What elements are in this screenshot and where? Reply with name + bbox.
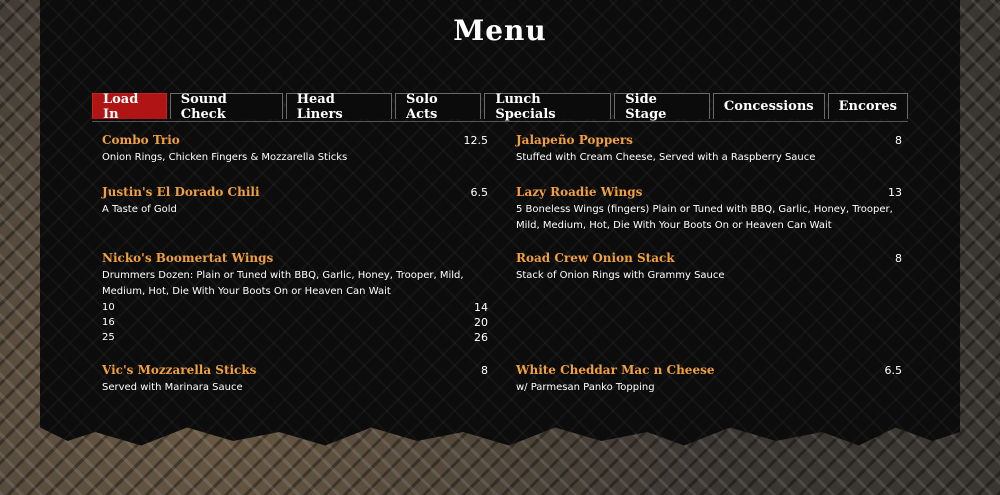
item-price: 8	[895, 252, 902, 265]
menu-item: White Cheddar Mac n Cheese 6.5 w/ Parmes…	[516, 363, 902, 396]
size-qty: 16	[102, 317, 115, 328]
item-description: 5 Boneless Wings (fingers) Plain or Tune…	[516, 204, 893, 231]
tab-side-stage[interactable]: Side Stage	[614, 92, 710, 122]
item-description: w/ Parmesan Panko Topping	[516, 382, 655, 393]
menu-item: Vic's Mozzarella Sticks 8 Served with Ma…	[102, 363, 488, 396]
item-description: A Taste of Gold	[102, 204, 177, 215]
item-name: Justin's El Dorado Chili	[102, 185, 260, 199]
size-price: 20	[474, 316, 488, 329]
menu-item: Nicko's Boomertat Wings Drummers Dozen: …	[102, 251, 488, 363]
item-name: Nicko's Boomertat Wings	[102, 251, 274, 265]
tab-solo-acts[interactable]: Solo Acts	[395, 92, 482, 122]
menu-column-right: Jalapeño Poppers 8 Stuffed with Cream Ch…	[516, 133, 902, 396]
item-price: 6.5	[470, 186, 489, 199]
item-price: 6.5	[884, 364, 903, 377]
menu-item: Justin's El Dorado Chili 6.5 A Taste of …	[102, 185, 488, 251]
item-price: 8	[481, 364, 488, 377]
tab-sound-check[interactable]: Sound Check	[169, 92, 283, 122]
tab-concessions[interactable]: Concessions	[712, 93, 825, 119]
size-qty: 10	[102, 302, 115, 313]
item-name: Lazy Roadie Wings	[516, 185, 643, 199]
size-price: 14	[474, 301, 488, 314]
item-price: 13	[888, 186, 902, 199]
size-price-row: 10 14	[102, 300, 488, 315]
item-price: 12.5	[463, 134, 489, 147]
menu-item: Jalapeño Poppers 8 Stuffed with Cream Ch…	[516, 133, 902, 185]
menu-column-left: Combo Trio 12.5 Onion Rings, Chicken Fin…	[102, 133, 488, 396]
item-description: Served with Marinara Sauce	[102, 382, 243, 393]
tab-head-liners[interactable]: Head Liners	[285, 92, 393, 122]
size-price: 26	[474, 331, 488, 344]
item-name: Vic's Mozzarella Sticks	[102, 363, 257, 377]
menu-item: Combo Trio 12.5 Onion Rings, Chicken Fin…	[102, 133, 488, 185]
size-price-row: 25 26	[102, 330, 488, 345]
item-name: Combo Trio	[102, 133, 180, 147]
item-description: Stack of Onion Rings with Grammy Sauce	[516, 270, 725, 281]
menu-tabs: Load In Sound Check Head Liners Solo Act…	[92, 92, 908, 122]
size-qty: 25	[102, 332, 115, 343]
menu-item: Lazy Roadie Wings 13 5 Boneless Wings (f…	[516, 185, 902, 251]
page-title: Menu	[453, 14, 547, 47]
menu-item: Road Crew Onion Stack 8 Stack of Onion R…	[516, 251, 902, 363]
item-price: 8	[895, 134, 902, 147]
item-description: Stuffed with Cream Cheese, Served with a…	[516, 152, 816, 163]
item-name: White Cheddar Mac n Cheese	[516, 363, 715, 377]
item-name: Jalapeño Poppers	[516, 133, 633, 147]
item-description: Drummers Dozen: Plain or Tuned with BBQ,…	[102, 270, 464, 297]
tab-encores[interactable]: Encores	[827, 93, 908, 119]
size-price-row: 16 20	[102, 315, 488, 330]
tab-load-in[interactable]: Load In	[92, 92, 167, 122]
item-name: Road Crew Onion Stack	[516, 251, 675, 265]
tab-lunch-specials[interactable]: Lunch Specials	[484, 92, 612, 122]
item-description: Onion Rings, Chicken Fingers & Mozzarell…	[102, 152, 348, 163]
